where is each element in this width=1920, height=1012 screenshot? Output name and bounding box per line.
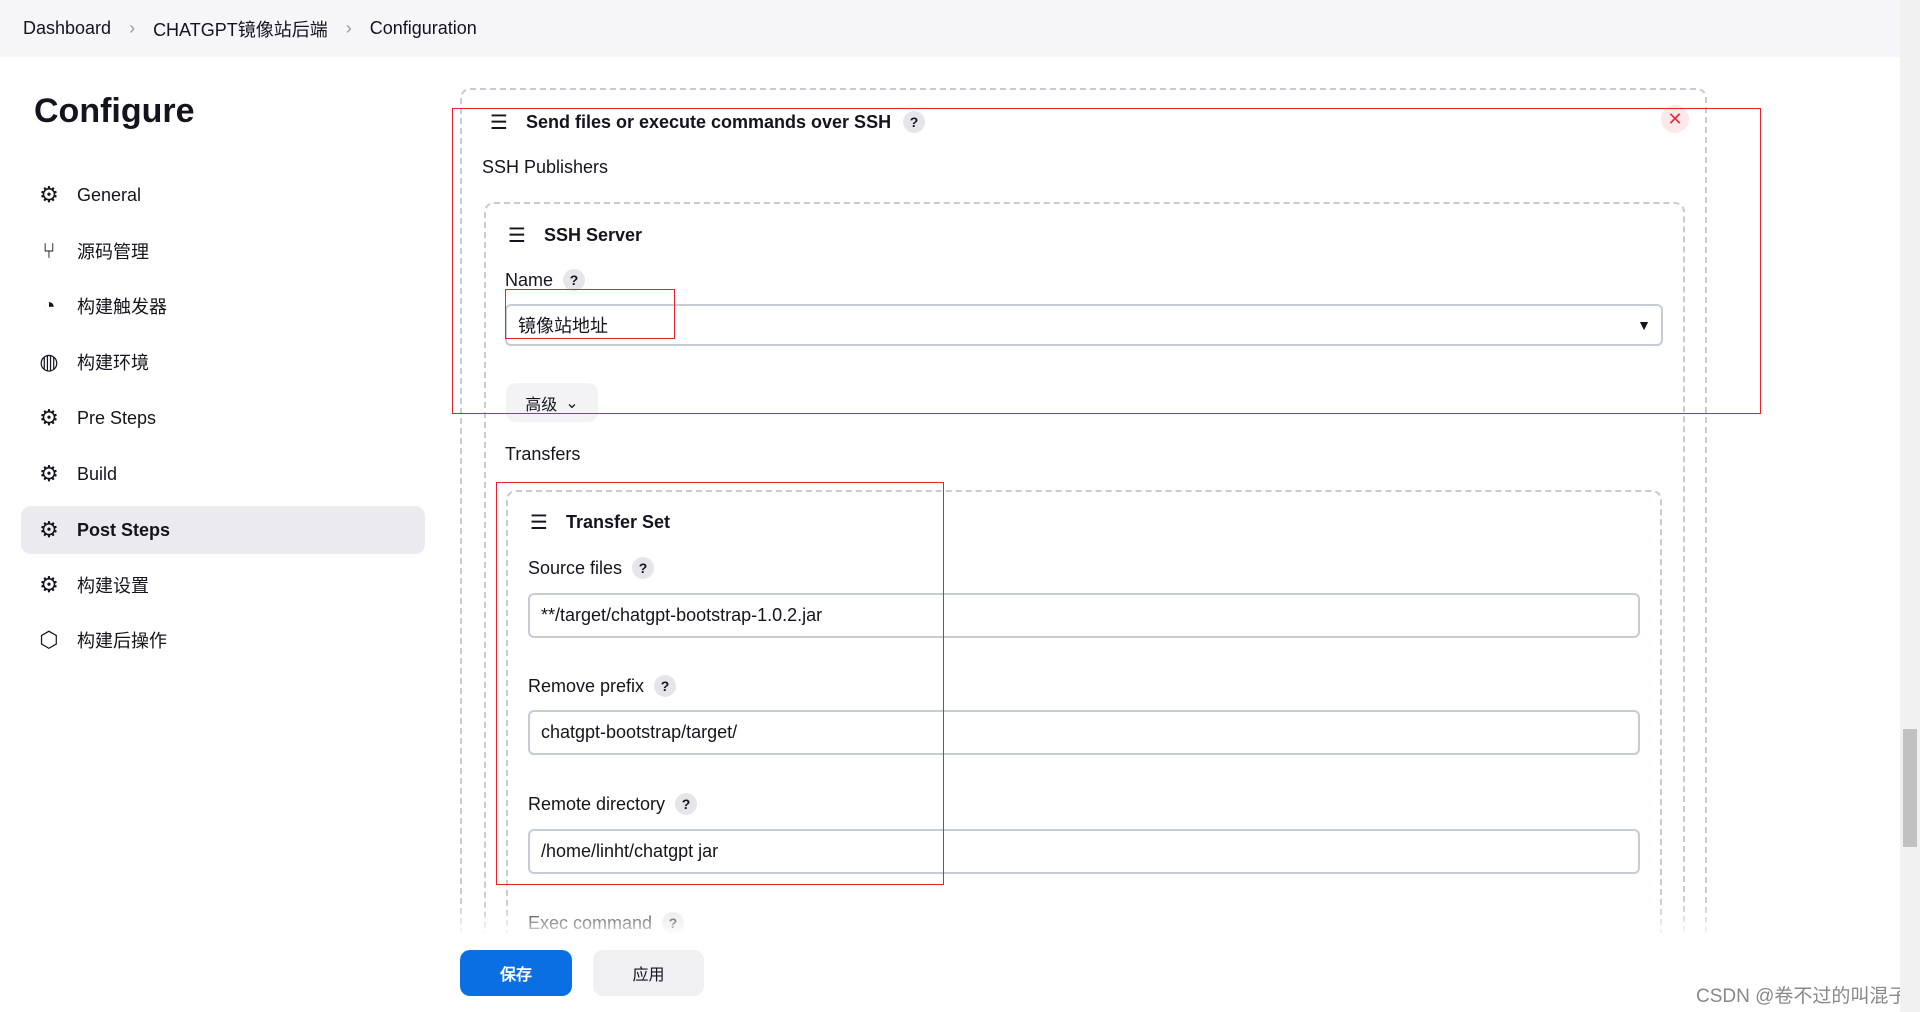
branch-icon: ⑂ [42,238,56,263]
sidebar-item-label: 构建环境 [77,353,149,373]
gear-icon: ⚙ [39,461,59,486]
package-icon: ⬡ [39,627,59,652]
transfers-label: Transfers [505,444,581,464]
sidebar-item-label: 构建设置 [77,576,149,596]
sidebar-item-label: 构建后操作 [77,631,167,651]
sidebar-item-2[interactable]: ◔ 构建触发器 [21,282,425,330]
sidebar-item-8[interactable]: ⬡ 构建后操作 [21,616,425,664]
gear-icon: ⚙ [39,572,59,597]
chevron-right-icon: › [129,18,136,38]
sidebar-item-4[interactable]: ⚙ Pre Steps [21,394,425,442]
timer-icon: ◔ [42,293,56,318]
sidebar-item-label: General [77,184,142,205]
gear-icon: ⚙ [39,517,59,542]
breadcrumb-configuration[interactable]: Configuration [370,18,477,39]
sidebar-item-6[interactable]: ⚙ Post Steps [21,506,425,554]
globe-icon: ◍ [39,349,59,374]
chevron-right-icon: › [345,18,352,38]
breadcrumb-project[interactable]: CHATGPT镜像站后端 [153,16,328,42]
footer-bar [0,933,1900,1012]
page-title: Configure [34,92,195,130]
sidebar-item-label: Pre Steps [77,407,157,428]
sidebar-item-label: Post Steps [77,519,171,540]
scrollbar[interactable] [1900,0,1920,1012]
sidebar-item-label: Build [77,463,118,484]
gear-icon: ⚙ [39,182,59,207]
help-icon[interactable]: ? [662,912,685,934]
save-button[interactable]: 保存 [460,950,572,996]
annotation-box [452,108,1761,414]
annotation-box [505,289,675,339]
sidebar-item-3[interactable]: ◍ 构建环境 [21,338,425,386]
annotation-box [496,482,944,885]
apply-button[interactable]: 应用 [593,950,704,996]
sidebar-item-label: 源码管理 [77,242,149,262]
gear-icon: ⚙ [39,405,59,430]
scrollbar-thumb[interactable] [1903,729,1917,847]
sidebar-item-0[interactable]: ⚙ General [21,171,425,219]
breadcrumb-dashboard[interactable]: Dashboard [23,18,111,39]
breadcrumb: Dashboard › CHATGPT镜像站后端 › Configuration [0,0,1900,57]
sidebar-item-1[interactable]: ⑂ 源码管理 [21,227,425,275]
exec-command-label: Exec command [528,912,653,933]
sidebar-item-label: 构建触发器 [77,297,167,317]
watermark: CSDN @卷不过的叫混子 [1696,986,1908,1007]
sidebar-item-7[interactable]: ⚙ 构建设置 [21,561,425,609]
sidebar-item-5[interactable]: ⚙ Build [21,450,425,498]
